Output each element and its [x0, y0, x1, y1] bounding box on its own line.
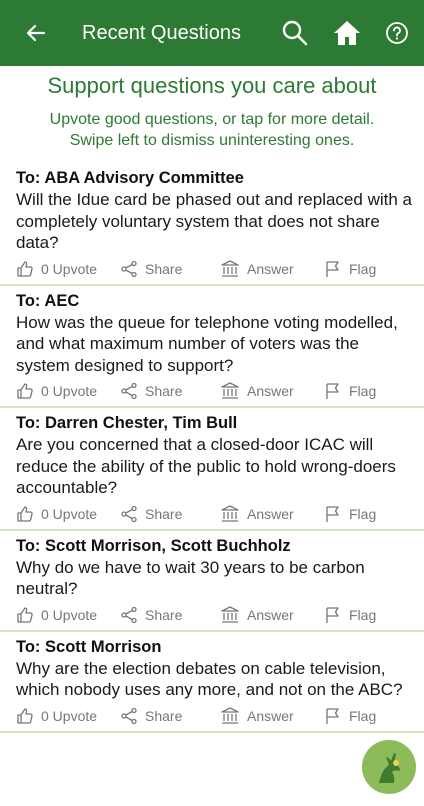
- upvote-button[interactable]: 0 Upvote: [16, 382, 120, 400]
- question-recipient: To: ABA Advisory Committee: [16, 169, 244, 187]
- question-text: How was the queue for telephone voting m…: [16, 312, 398, 375]
- upvote-button[interactable]: 0 Upvote: [16, 606, 120, 624]
- upvote-button[interactable]: 0 Upvote: [16, 505, 120, 523]
- question-actions: 0 Upvote Share Answer Flag: [16, 499, 412, 529]
- upvote-button[interactable]: 0 Upvote: [16, 707, 120, 725]
- search-icon[interactable]: [280, 18, 310, 48]
- share-button[interactable]: Share: [120, 260, 220, 278]
- question-text: Why do we have to wait 30 years to be ca…: [16, 557, 365, 599]
- upvote-label: 0 Upvote: [41, 606, 98, 623]
- question-recipient: To: Scott Morrison: [16, 637, 162, 656]
- share-label: Share: [145, 505, 183, 522]
- answer-button[interactable]: Answer: [220, 605, 324, 624]
- app-bar-actions: [280, 18, 410, 48]
- thumbs-up-icon: [17, 606, 33, 623]
- question-actions: 0 Upvote Share Answer Flag: [16, 701, 412, 731]
- question-list: To: ABA Advisory Committee Will the Idue…: [0, 163, 424, 733]
- institution-icon: [221, 382, 239, 399]
- flag-icon: [326, 707, 339, 724]
- flag-button[interactable]: Flag: [324, 382, 376, 400]
- share-button[interactable]: Share: [120, 382, 220, 400]
- answer-button[interactable]: Answer: [220, 706, 324, 725]
- flag-icon: [326, 383, 339, 399]
- question-actions: 0 Upvote Share Answer Flag: [16, 254, 412, 284]
- answer-label: Answer: [247, 505, 294, 522]
- share-label: Share: [145, 383, 183, 399]
- page-title: Recent Questions: [82, 21, 241, 44]
- upvote-label: 0 Upvote: [41, 707, 98, 724]
- intro-section: Support questions you care about Upvote …: [0, 66, 424, 151]
- share-icon: [121, 260, 137, 277]
- upvote-label: 0 Upvote: [41, 505, 98, 522]
- institution-icon: [221, 504, 239, 522]
- flag-button[interactable]: Flag: [324, 260, 376, 278]
- share-icon: [121, 606, 137, 623]
- answer-label: Answer: [247, 606, 294, 623]
- flag-icon: [326, 606, 339, 623]
- answer-button[interactable]: Answer: [220, 259, 324, 278]
- share-icon: [121, 382, 137, 400]
- thumbs-up-icon: [17, 260, 33, 277]
- flag-icon: [326, 260, 339, 277]
- answer-label: Answer: [247, 260, 294, 277]
- home-icon[interactable]: [332, 18, 362, 48]
- kangaroo-icon: [379, 753, 400, 783]
- upvote-button[interactable]: 0 Upvote: [16, 260, 120, 278]
- share-button[interactable]: Share: [120, 606, 220, 624]
- upvote-label: 0 Upvote: [41, 260, 98, 277]
- answer-label: Answer: [247, 707, 294, 724]
- question-recipient: To: Darren Chester, Tim Bull: [16, 414, 238, 432]
- question-text: Will the Idue card be phased out and rep…: [16, 190, 412, 252]
- share-button[interactable]: Share: [120, 505, 220, 523]
- question-text: Why are the election debates on cable te…: [16, 658, 403, 700]
- institution-icon: [221, 259, 239, 277]
- thumbs-up-icon: [17, 707, 33, 724]
- question-actions: 0 Upvote Share Answer Flag: [16, 600, 412, 630]
- answer-label: Answer: [247, 383, 294, 399]
- question-recipient: To: AEC: [16, 291, 80, 310]
- share-label: Share: [145, 606, 183, 623]
- answer-button[interactable]: Answer: [220, 504, 324, 523]
- question-card[interactable]: To: AEC How was the queue for telephone …: [0, 286, 424, 408]
- institution-icon: [221, 706, 239, 724]
- flag-label: Flag: [349, 260, 377, 277]
- back-arrow-icon[interactable]: [26, 20, 52, 46]
- question-card[interactable]: To: Scott Morrison, Scott Buchholz Why d…: [0, 531, 424, 632]
- question-recipient: To: Scott Morrison, Scott Buchholz: [16, 536, 291, 555]
- question-actions: 0 Upvote Share Answer Flag: [16, 376, 412, 406]
- intro-heading: Support questions you care about: [47, 73, 377, 98]
- thumbs-up-icon: [17, 505, 33, 522]
- question-text: Are you concerned that a closed-door ICA…: [16, 435, 396, 497]
- institution-icon: [221, 605, 239, 623]
- answer-button[interactable]: Answer: [220, 382, 324, 400]
- question-card[interactable]: To: Darren Chester, Tim Bull Are you con…: [0, 408, 424, 531]
- question-card[interactable]: To: Scott Morrison Why are the election …: [0, 632, 424, 733]
- share-icon: [121, 505, 137, 522]
- intro-line-1: Upvote good questions, or tap for more d…: [49, 111, 375, 128]
- share-button[interactable]: Share: [120, 707, 220, 725]
- flag-label: Flag: [349, 606, 377, 623]
- app-bar: Recent Questions: [0, 0, 424, 66]
- flag-icon: [326, 505, 339, 522]
- question-card[interactable]: To: ABA Advisory Committee Will the Idue…: [0, 163, 424, 286]
- flag-button[interactable]: Flag: [324, 606, 376, 624]
- help-icon[interactable]: [384, 20, 410, 46]
- flag-button[interactable]: Flag: [324, 505, 376, 523]
- intro-line-2: Swipe left to dismiss uninteresting ones…: [69, 132, 355, 149]
- share-label: Share: [145, 707, 183, 724]
- flag-label: Flag: [349, 505, 377, 522]
- flag-label: Flag: [349, 707, 377, 724]
- upvote-label: 0 Upvote: [41, 383, 98, 399]
- share-icon: [121, 707, 137, 724]
- flag-label: Flag: [349, 383, 377, 399]
- flag-button[interactable]: Flag: [324, 707, 376, 725]
- kangaroo-logo-button[interactable]: [362, 740, 416, 794]
- share-label: Share: [145, 260, 183, 277]
- thumbs-up-icon: [17, 383, 33, 399]
